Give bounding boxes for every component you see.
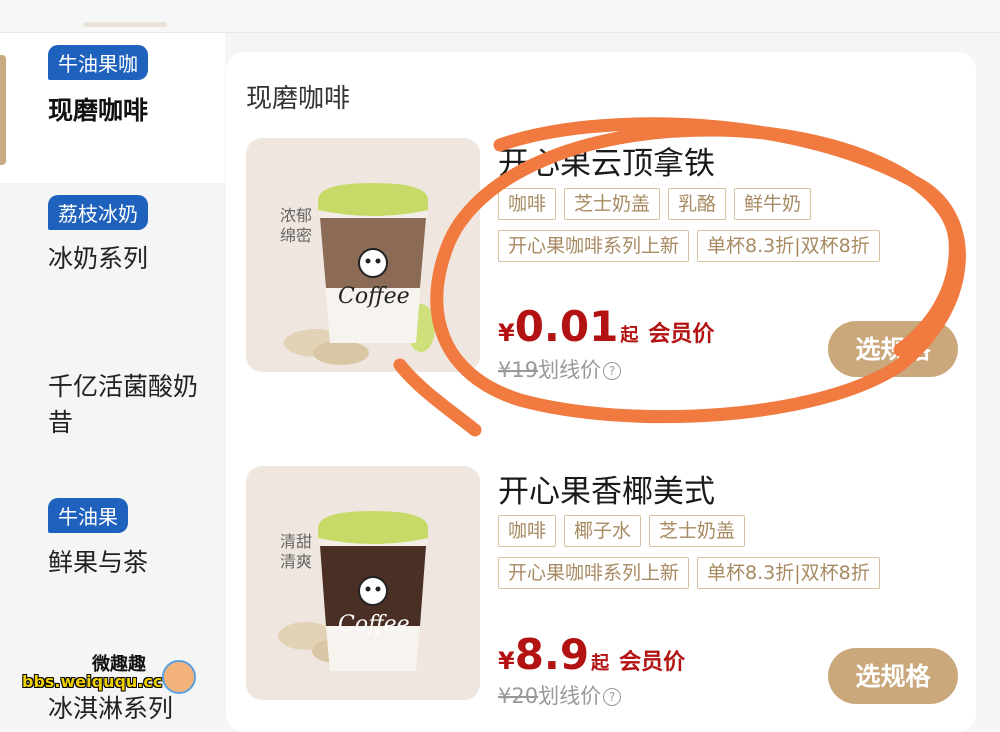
currency-symbol: ¥ (498, 319, 515, 347)
promo-tag: 开心果咖啡系列上新 (498, 230, 690, 262)
promo-tag: 开心果咖啡系列上新 (498, 557, 690, 589)
cup-brand: Coffee (338, 612, 410, 637)
sidebar-item-label: 冰奶系列 (48, 244, 149, 273)
top-tab-bar (0, 0, 1000, 33)
tag-row-primary: 咖啡 椰子水 芝士奶盖 (498, 515, 746, 547)
tag: 芝士奶盖 (649, 515, 746, 547)
promo-tag: 单杯8.3折|双杯8折 (697, 557, 880, 589)
tag: 乳酪 (668, 188, 727, 220)
tag-row-promo: 开心果咖啡系列上新 单杯8.3折|双杯8折 (498, 230, 880, 262)
promo-badge: 牛油果咖 (48, 45, 148, 80)
price-suffix: 起 (620, 325, 639, 346)
member-price: ¥0.01 起会员价 (498, 302, 714, 351)
tag: 咖啡 (498, 188, 557, 220)
sidebar-item-coffee[interactable]: 牛油果咖 现磨咖啡 (0, 33, 225, 183)
tag: 鲜牛奶 (734, 188, 812, 220)
watermark: 微趣趣 bbs.weiququ.cc (22, 650, 202, 700)
cup-slogan: 浓郁绵密 (280, 206, 313, 245)
sidebar-item-label: 千亿活菌酸奶昔 (48, 372, 199, 437)
active-tab-indicator (83, 22, 167, 27)
original-price-value: ¥19 (498, 358, 539, 382)
original-price-label: 划线价 (538, 684, 602, 708)
promo-badge: 荔枝冰奶 (48, 195, 148, 230)
member-price-label: 会员价 (648, 322, 715, 347)
category-sidebar: 牛油果咖 现磨咖啡 荔枝冰奶 冰奶系列 千亿活菌酸奶昔 牛油果 鲜果与茶 冰淇淋… (0, 33, 225, 723)
currency-symbol: ¥ (498, 647, 515, 675)
coffee-cup-illustration (278, 511, 428, 671)
watermark-line2: bbs.weiququ.cc (22, 672, 163, 691)
tag: 咖啡 (498, 515, 557, 547)
cup-brand: Coffee (338, 284, 410, 309)
sidebar-item-label: 现磨咖啡 (48, 96, 149, 125)
select-spec-button[interactable]: 选规格 (828, 321, 958, 377)
price-value: 8.9 (514, 630, 590, 679)
product-image[interactable]: 清甜清爽 Coffee (246, 466, 480, 700)
promo-badge: 牛油果 (48, 498, 128, 533)
original-price: ¥19划线价? (498, 354, 622, 384)
price-value: 0.01 (514, 302, 619, 351)
member-price: ¥8.9 起会员价 (498, 630, 685, 679)
tag: 芝士奶盖 (564, 188, 661, 220)
product-image[interactable]: 浓郁绵密 Coffee (246, 138, 480, 372)
section-title: 现磨咖啡 (246, 84, 351, 114)
tag-row-primary: 咖啡 芝士奶盖 乳酪 鲜牛奶 (498, 188, 812, 220)
cup-slogan: 清甜清爽 (280, 532, 313, 571)
mascot-icon (162, 660, 196, 694)
sidebar-item-fruit-tea[interactable]: 牛油果 鲜果与茶 (0, 483, 225, 623)
product-name[interactable]: 开心果云顶拿铁 (498, 138, 715, 183)
original-price: ¥20划线价? (498, 680, 622, 710)
active-indicator (0, 55, 6, 165)
select-spec-button[interactable]: 选规格 (828, 648, 958, 704)
coffee-cup-illustration (284, 183, 435, 365)
original-price-label: 划线价 (538, 358, 602, 382)
tag: 椰子水 (564, 515, 642, 547)
member-price-label: 会员价 (619, 650, 686, 675)
product-name[interactable]: 开心果香椰美式 (498, 466, 715, 511)
sidebar-item-label: 鲜果与茶 (48, 548, 149, 577)
sidebar-item-iced-milk[interactable]: 荔枝冰奶 冰奶系列 (0, 183, 225, 323)
promo-tag: 单杯8.3折|双杯8折 (697, 230, 880, 262)
help-icon[interactable]: ? (603, 362, 622, 380)
sidebar-item-yogurt-shake[interactable]: 千亿活菌酸奶昔 (0, 323, 225, 483)
price-suffix: 起 (591, 653, 610, 674)
original-price-value: ¥20 (498, 684, 539, 708)
tag-row-promo: 开心果咖啡系列上新 单杯8.3折|双杯8折 (498, 557, 880, 589)
help-icon[interactable]: ? (603, 688, 622, 706)
